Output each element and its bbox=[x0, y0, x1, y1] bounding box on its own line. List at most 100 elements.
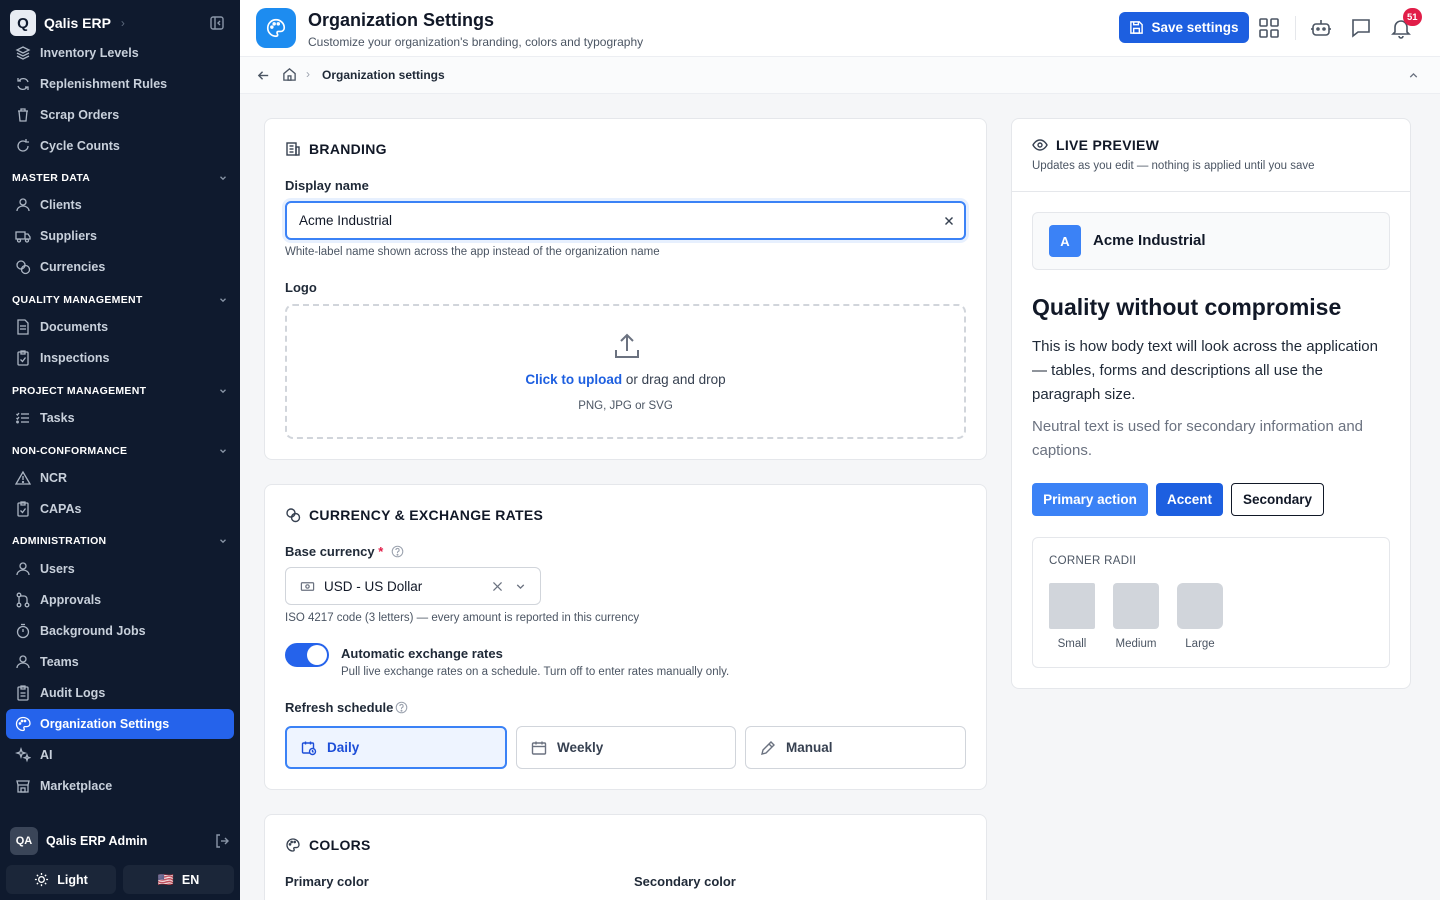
sidebar-section-master-data[interactable]: MASTER DATA bbox=[12, 170, 228, 186]
sidebar-item-label: Tasks bbox=[40, 411, 75, 425]
sidebar-item-label: Suppliers bbox=[40, 229, 97, 243]
sidebar-section-quality-management[interactable]: QUALITY MANAGEMENT bbox=[12, 292, 228, 308]
refresh-icon bbox=[17, 77, 29, 91]
sidebar-item-users[interactable]: Users bbox=[6, 554, 234, 584]
sidebar-item-capas[interactable]: CAPAs bbox=[6, 494, 234, 524]
sidebar-section-title: PROJECT MANAGEMENT bbox=[12, 385, 147, 397]
toggle-knob bbox=[307, 645, 327, 665]
sparkles-icon bbox=[15, 747, 31, 763]
chevron-down-icon[interactable] bbox=[514, 580, 527, 593]
building-icon bbox=[286, 142, 300, 156]
breadcrumb-separator: › bbox=[306, 67, 310, 81]
sidebar-item-replenishment-rules[interactable]: Replenishment Rules bbox=[6, 69, 234, 99]
sidebar-item-suppliers[interactable]: Suppliers bbox=[6, 221, 234, 251]
sidebar-item-currencies[interactable]: Currencies bbox=[6, 252, 234, 282]
display-name-input[interactable]: Acme Industrial bbox=[285, 201, 966, 240]
sidebar-item-approvals[interactable]: Approvals bbox=[6, 585, 234, 615]
sidebar-item-ncr[interactable]: NCR bbox=[6, 463, 234, 493]
sidebar-item-label: Inspections bbox=[40, 351, 110, 365]
schedule-option-weekly[interactable]: Weekly bbox=[516, 726, 736, 769]
sidebar-section-title: QUALITY MANAGEMENT bbox=[12, 294, 143, 306]
preview-brand-bar: A Acme Industrial bbox=[1032, 212, 1390, 270]
chevron-down-icon bbox=[220, 298, 226, 303]
sidebar-item-background-jobs[interactable]: Background Jobs bbox=[6, 616, 234, 646]
chat-icon[interactable] bbox=[1350, 17, 1372, 39]
sidebar-section-project-management[interactable]: PROJECT MANAGEMENT bbox=[12, 383, 228, 399]
sidebar-section-title: ADMINISTRATION bbox=[12, 535, 107, 547]
schedule-option-manual[interactable]: Manual bbox=[745, 726, 966, 769]
clear-icon[interactable] bbox=[942, 214, 956, 228]
timer-icon bbox=[16, 623, 30, 639]
clear-icon[interactable] bbox=[491, 580, 504, 593]
click-to-upload-link[interactable]: Click to upload bbox=[525, 372, 622, 387]
preview-brand-logo: A bbox=[1049, 225, 1081, 257]
back-arrow-icon[interactable] bbox=[256, 68, 271, 83]
preview-primary-button[interactable]: Primary action bbox=[1032, 483, 1148, 516]
help-icon[interactable] bbox=[391, 545, 404, 558]
branding-title-text: BRANDING bbox=[309, 141, 387, 157]
preview-divider bbox=[1012, 191, 1410, 192]
preview-subtitle: Updates as you edit — nothing is applied… bbox=[1032, 160, 1315, 172]
logout-icon[interactable] bbox=[214, 833, 230, 849]
page-subtitle: Customize your organization's branding, … bbox=[308, 35, 644, 49]
sidebar-section-non-conformance[interactable]: NON-CONFORMANCE bbox=[12, 443, 228, 459]
sun-icon bbox=[35, 872, 49, 887]
save-settings-label: Save settings bbox=[1151, 20, 1239, 35]
collapse-sidebar-icon[interactable] bbox=[209, 15, 225, 31]
base-currency-select[interactable]: USD - US Dollar bbox=[285, 567, 541, 605]
auto-rates-toggle[interactable] bbox=[285, 643, 329, 667]
corner-radii-box: CORNER RADII Small Medium Large bbox=[1032, 537, 1390, 668]
user-row[interactable]: QA Qalis ERP Admin bbox=[10, 826, 230, 856]
branding-card: BRANDING Display name Acme Industrial Wh… bbox=[264, 118, 987, 460]
base-currency-value: USD - US Dollar bbox=[324, 578, 423, 594]
sidebar-item-documents[interactable]: Documents bbox=[6, 312, 234, 342]
required-mark: * bbox=[378, 544, 384, 559]
radius-medium-label: Medium bbox=[1115, 638, 1157, 650]
sidebar-item-scrap-orders[interactable]: Scrap Orders bbox=[6, 100, 234, 130]
schedule-option-daily[interactable]: Daily bbox=[285, 726, 507, 769]
corner-radii-title: CORNER RADII bbox=[1049, 555, 1137, 567]
sidebar-item-label: Background Jobs bbox=[40, 624, 146, 638]
sidebar-item-clients[interactable]: Clients bbox=[6, 190, 234, 220]
sidebar-item-inventory-levels[interactable]: Inventory Levels bbox=[6, 38, 234, 68]
theme-label: Light bbox=[57, 872, 88, 887]
preview-title: LIVE PREVIEW bbox=[1032, 137, 1159, 153]
eye-icon bbox=[1032, 139, 1048, 151]
sidebar-section-administration[interactable]: ADMINISTRATION bbox=[12, 533, 228, 549]
sidebar-item-organization-settings[interactable]: Organization Settings bbox=[6, 709, 234, 739]
apps-grid-icon[interactable] bbox=[1258, 17, 1280, 39]
logo-dropzone[interactable]: Click to upload or drag and drop PNG, JP… bbox=[285, 304, 966, 439]
sidebar-item-ai[interactable]: AI bbox=[6, 740, 234, 770]
save-settings-button[interactable]: Save settings bbox=[1119, 12, 1249, 43]
sidebar: Q Qalis ERP › Inventory Levels Replenishm… bbox=[0, 0, 240, 900]
calendar-icon bbox=[531, 741, 547, 755]
home-icon[interactable] bbox=[282, 67, 297, 82]
radius-small-swatch bbox=[1049, 583, 1095, 629]
chevron-up-icon[interactable] bbox=[1407, 69, 1420, 82]
sidebar-item-label: Users bbox=[40, 562, 75, 576]
bot-icon[interactable] bbox=[1310, 17, 1332, 39]
logo-label: Logo bbox=[285, 280, 317, 295]
preview-accent-button[interactable]: Accent bbox=[1156, 483, 1223, 516]
sidebar-item-cycle-counts[interactable]: Cycle Counts bbox=[6, 131, 234, 161]
user-name: Qalis ERP Admin bbox=[46, 834, 148, 848]
flag-icon: 🇺🇸 bbox=[157, 871, 174, 887]
theme-toggle-button[interactable]: Light bbox=[6, 865, 116, 894]
sidebar-item-marketplace[interactable]: Marketplace bbox=[6, 771, 234, 801]
upload-icon bbox=[615, 333, 639, 358]
base-currency-label: Base currency * bbox=[285, 544, 383, 559]
clipboard-list-icon bbox=[17, 685, 29, 701]
auto-rates-help: Pull live exchange rates on a schedule. … bbox=[341, 666, 730, 678]
help-icon[interactable] bbox=[395, 701, 408, 714]
sidebar-item-inspections[interactable]: Inspections bbox=[6, 343, 234, 373]
display-name-help: White-label name shown across the app in… bbox=[285, 246, 660, 258]
preview-secondary-button[interactable]: Secondary bbox=[1231, 483, 1324, 516]
coins-icon bbox=[286, 508, 301, 523]
sidebar-item-tasks[interactable]: Tasks bbox=[6, 403, 234, 433]
pencil-icon bbox=[761, 740, 775, 755]
sidebar-item-audit-logs[interactable]: Audit Logs bbox=[6, 678, 234, 708]
sidebar-item-teams[interactable]: Teams bbox=[6, 647, 234, 677]
app-brand[interactable]: Q Qalis ERP › bbox=[10, 10, 125, 36]
language-button[interactable]: 🇺🇸 EN bbox=[123, 865, 234, 894]
banknote-icon bbox=[300, 581, 315, 591]
